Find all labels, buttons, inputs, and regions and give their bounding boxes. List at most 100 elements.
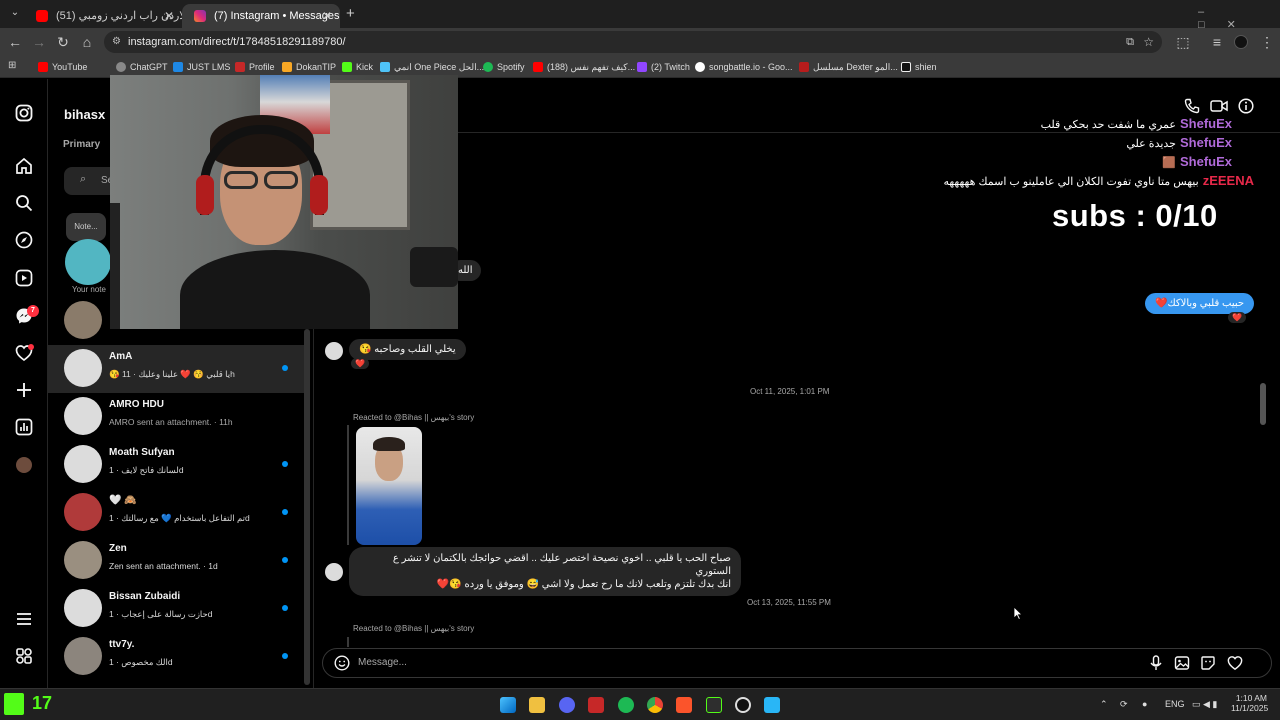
note-bubble[interactable]: Note...	[66, 213, 106, 241]
bookmark-just-lms[interactable]: JUST LMS	[173, 60, 230, 74]
bookmark-one-piece[interactable]: انمي One Piece الحل...	[380, 60, 484, 74]
bookmark-spotify[interactable]: Spotify	[483, 60, 525, 74]
clock[interactable]: 1:10 AM 11/1/2025	[1231, 693, 1268, 713]
chat-line: zEEENAبيهس متا ناوي تفوت الكلان الي عامل…	[943, 173, 1254, 188]
game-app-icon[interactable]	[706, 697, 722, 713]
brave-icon[interactable]	[676, 697, 692, 713]
bookmark-twitch[interactable]: (2) Twitch	[637, 60, 690, 74]
menu-icon[interactable]: ⋮	[1258, 34, 1276, 50]
chrome-icon[interactable]	[647, 697, 663, 713]
tab-search-icon[interactable]: ⌄	[6, 5, 24, 21]
like-heart-icon[interactable]	[1227, 655, 1243, 671]
list-item[interactable]: Moath Sufyan لسانك فاتح لايف · 1d	[48, 441, 306, 489]
apps-grid-icon[interactable]: ⊞	[8, 60, 16, 71]
new-tab-button[interactable]: +	[346, 5, 355, 22]
sent-message-bubble[interactable]: حبيب قلبي وبالاكك❤️	[1145, 293, 1255, 314]
bookmark-star-icon[interactable]: ☆	[1143, 31, 1154, 53]
back-icon[interactable]: ←	[6, 34, 24, 50]
kick-viewer-count: 17	[32, 693, 53, 713]
list-item[interactable]: AmA 😘 يا قلبي 😚 ❤️ علينا وعليك · 11h	[48, 345, 306, 393]
tab-primary[interactable]: Primary	[63, 139, 100, 150]
bookmark-youtube[interactable]: YouTube	[38, 60, 87, 74]
more-menu-icon[interactable]	[15, 610, 33, 628]
video-call-icon[interactable]	[1210, 98, 1228, 114]
also-from-meta-icon[interactable]	[15, 647, 33, 665]
bookmark-dexter[interactable]: مسلسل Dexter المو...	[799, 60, 898, 74]
bookmark-profile[interactable]: Profile	[235, 60, 275, 74]
thread-scrollbar[interactable]	[1260, 383, 1266, 425]
profile-avatar[interactable]	[16, 457, 32, 473]
message-bubble[interactable]: صباح الحب يا قلبي .. اخوي نصيحة اختصر عل…	[349, 547, 741, 596]
reacted-to-story-label: Reacted to @Bihas || بيهس's story	[353, 624, 475, 633]
conversation-info-icon[interactable]	[1238, 98, 1254, 114]
site-info-icon[interactable]: ⚙	[112, 31, 121, 53]
bookmark-youtube-video[interactable]: (188) كيف تفهم نفس...	[533, 60, 635, 74]
forward-icon[interactable]: →	[30, 34, 48, 50]
message-bubble[interactable]: يخلي القلب وصاحبه 😘	[349, 339, 466, 360]
instagram-nav-rail: 7	[0, 79, 48, 688]
install-app-icon[interactable]: ⧉	[1126, 31, 1134, 53]
bookmark-shein[interactable]: shien	[901, 60, 937, 74]
create-plus-icon[interactable]	[15, 381, 33, 399]
spotify-icon[interactable]	[618, 697, 634, 713]
discord-icon[interactable]	[559, 697, 575, 713]
list-item[interactable]: 🤍 🙈 تم التفاعل باستخدام 💙 مع رسالتك · 1d	[48, 489, 306, 537]
profile-avatar[interactable]	[1234, 35, 1248, 49]
list-item[interactable]: Bissan Zubaidi حازت رسالة على إعجاب · 1d	[48, 585, 306, 633]
explore-icon[interactable]	[15, 231, 33, 249]
bookmark-songbattle[interactable]: songbattle.io - Goo...	[695, 60, 793, 74]
streaming-app-icon[interactable]	[588, 697, 604, 713]
your-note-avatar[interactable]	[65, 239, 111, 285]
list-item[interactable]: Zen Zen sent an attachment. · 1d	[48, 537, 306, 585]
obs-icon[interactable]	[735, 697, 751, 713]
message-reaction[interactable]: ❤️	[351, 358, 369, 369]
dashboard-icon[interactable]	[15, 418, 33, 436]
sent-message-reaction[interactable]: ❤️	[1228, 312, 1246, 323]
conversation-preview: حازت رسالة على إعجاب · 1d	[109, 609, 213, 619]
story-thumbnail[interactable]	[356, 427, 422, 545]
emoji-icon[interactable]	[334, 655, 350, 671]
inbox-username[interactable]: bihasx	[64, 107, 105, 122]
sticker-icon[interactable]	[1200, 655, 1216, 671]
close-tab-icon[interactable]: ✕	[164, 6, 174, 26]
conversation-name: AMRO HDU	[109, 399, 164, 410]
list-item[interactable]: ttv7y. الك مخصوص · 1d	[48, 633, 306, 681]
sender-avatar[interactable]	[325, 563, 343, 581]
close-tab-icon[interactable]: ✕	[322, 6, 332, 26]
tray-mic-icon[interactable]: ●	[1142, 699, 1147, 709]
media-controls-icon[interactable]: ≡	[1208, 34, 1226, 50]
search-icon[interactable]	[15, 194, 33, 212]
tab-youtube[interactable]: (51) راب الاردن راب اردني زومبي ✕	[24, 4, 182, 28]
inbox-scrollbar[interactable]	[304, 329, 310, 685]
message-line: صباح الحب يا قلبي .. اخوي نصيحة اختصر عل…	[392, 553, 731, 577]
reload-icon[interactable]: ↻	[54, 34, 72, 50]
windows-start-icon[interactable]	[500, 697, 516, 713]
bookmark-dokantip[interactable]: DokanTIP	[282, 60, 336, 74]
file-explorer-icon[interactable]	[529, 697, 545, 713]
audio-call-icon[interactable]	[1184, 98, 1200, 114]
image-upload-icon[interactable]	[1174, 655, 1190, 671]
sender-avatar[interactable]	[325, 342, 343, 360]
bookmark-kick[interactable]: Kick	[342, 60, 373, 74]
webcam-overlay	[110, 75, 458, 329]
extensions-icon[interactable]: ⬚	[1174, 34, 1192, 50]
tab-instagram[interactable]: (7) Instagram • Messages ✕	[182, 4, 340, 28]
instagram-logo-icon[interactable]	[15, 104, 33, 122]
chat-line: ShefuExعمري ما شفت حد بحكي قلب	[1041, 116, 1232, 131]
story-hair	[373, 437, 405, 451]
tray-overflow-icon[interactable]: ⌃	[1100, 699, 1108, 710]
network-volume-icons[interactable]: ▭ ◀ ▮	[1192, 699, 1217, 710]
unread-dot	[282, 365, 288, 371]
list-item[interactable]: AMRO HDU AMRO sent an attachment. · 11h	[48, 393, 306, 441]
tray-sync-icon[interactable]: ⟳	[1120, 699, 1128, 710]
url-field[interactable]: ⚙ instagram.com/direct/t/178485182911897…	[104, 31, 1162, 53]
message-input-placeholder[interactable]: Message...	[358, 657, 407, 668]
language-indicator[interactable]: ENG	[1165, 699, 1185, 709]
bookmark-chatgpt[interactable]: ChatGPT	[116, 60, 168, 74]
microphone-icon[interactable]	[1149, 655, 1163, 671]
reels-icon[interactable]	[15, 269, 33, 287]
message-composer[interactable]: Message...	[322, 648, 1272, 678]
home-icon[interactable]	[15, 157, 33, 175]
app-icon[interactable]	[764, 697, 780, 713]
home-icon[interactable]: ⌂	[78, 34, 96, 50]
